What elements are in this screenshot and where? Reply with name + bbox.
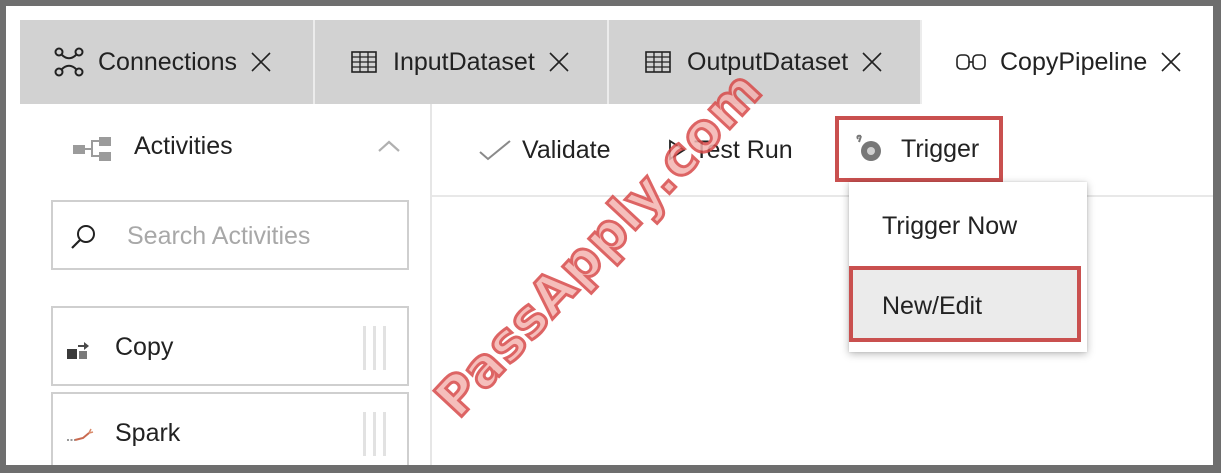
test-run-label: Test Run [694,135,793,164]
menu-item-trigger-now[interactable]: Trigger Now [849,182,1087,252]
test-run-button[interactable]: Test Run [668,130,793,170]
activity-item-copy[interactable]: Copy [51,306,409,386]
table-icon [349,47,379,77]
activities-icon [72,136,114,162]
validate-label: Validate [522,135,611,164]
tab-label: Connections [98,47,237,76]
validate-button[interactable]: Validate [478,130,611,170]
activity-item-spark[interactable]: Spark [51,392,409,465]
trigger-button[interactable]: Trigger [835,116,1003,182]
tab-copypipeline[interactable]: CopyPipeline [922,20,1213,104]
tab-label: InputDataset [393,47,535,76]
tab-label: OutputDataset [687,47,849,76]
pipeline-toolbar: Validate Test Run Trigger [432,104,1213,197]
trigger-dropdown-menu: Trigger Now New/Edit [849,182,1087,352]
menu-item-label: New/Edit [882,292,983,320]
search-icon [69,223,97,251]
close-icon[interactable] [547,50,571,74]
connections-icon [54,47,84,77]
copy-activity-icon [67,339,111,361]
search-activities-input[interactable] [127,216,397,256]
activities-pane: Activities Copy [20,104,432,465]
trigger-icon [854,133,886,165]
close-icon[interactable] [1159,50,1183,74]
drag-handle-icon[interactable] [361,326,389,370]
activities-header[interactable]: Activities [20,104,430,194]
activity-label: Copy [115,333,174,361]
chevron-up-icon[interactable] [375,134,403,158]
tab-strip: Connections InputDataset OutputDataset C… [20,20,1213,104]
menu-item-new-edit[interactable]: New/Edit [849,266,1081,342]
tab-connections[interactable]: Connections [20,20,315,104]
search-activities-box[interactable] [51,200,409,270]
activities-title: Activities [134,132,233,160]
checkmark-icon [478,138,512,162]
tab-inputdataset[interactable]: InputDataset [315,20,609,104]
window-frame: Connections InputDataset OutputDataset C… [0,0,1221,473]
tab-outputdataset[interactable]: OutputDataset [609,20,922,104]
close-icon[interactable] [249,50,273,74]
play-icon [668,139,686,161]
drag-handle-icon[interactable] [361,412,389,456]
tab-label: CopyPipeline [1000,47,1148,76]
spark-activity-icon [67,425,111,447]
close-icon[interactable] [860,50,884,74]
trigger-label: Trigger [901,135,980,163]
menu-item-label: Trigger Now [882,212,1018,240]
table-icon [643,47,673,77]
pipeline-icon [956,47,986,77]
activity-label: Spark [115,419,181,447]
